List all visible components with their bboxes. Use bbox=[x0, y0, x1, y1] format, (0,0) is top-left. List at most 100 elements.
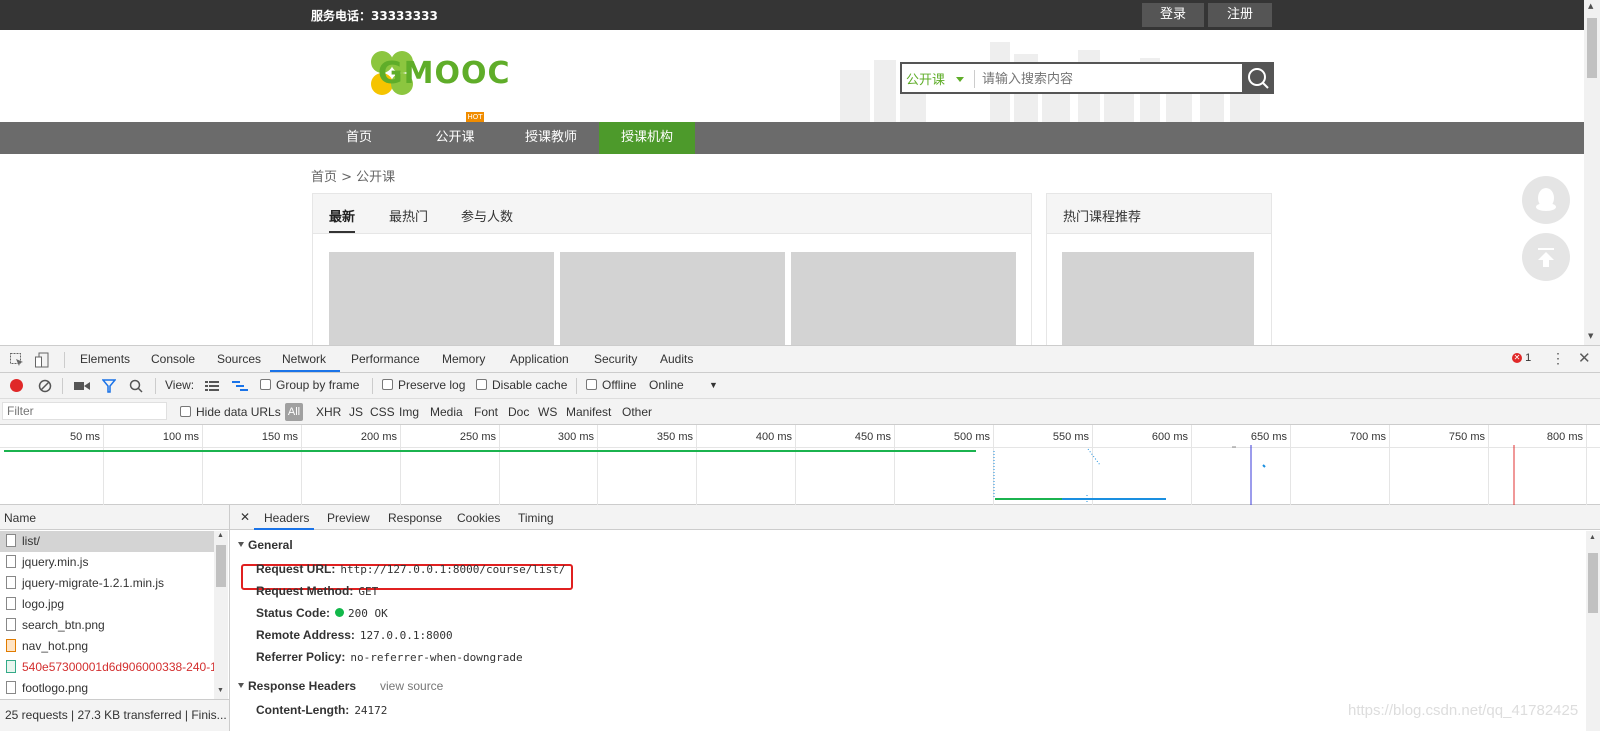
course-card[interactable] bbox=[791, 252, 1016, 345]
device-toolbar-icon[interactable] bbox=[35, 352, 49, 368]
logo-text[interactable]: GMOOC bbox=[378, 56, 511, 91]
inspect-element-icon[interactable] bbox=[10, 353, 24, 367]
page-scrollbar[interactable]: ▲ ▼ bbox=[1584, 0, 1600, 345]
request-list-scrollbar[interactable]: ▲ ▼ bbox=[214, 531, 228, 699]
throttling-select[interactable]: Online bbox=[649, 378, 684, 392]
network-overview-timeline[interactable]: 50 ms 100 ms 150 ms 200 ms 250 ms 300 ms 350 m… bbox=[0, 425, 1600, 505]
filter-type-all[interactable]: All bbox=[285, 403, 303, 421]
record-button[interactable] bbox=[10, 379, 23, 392]
tab-performance[interactable]: Performance bbox=[351, 352, 420, 366]
scroll-down-icon[interactable]: ▼ bbox=[217, 687, 224, 694]
checkbox[interactable] bbox=[476, 379, 487, 390]
filter-type-img[interactable]: Img bbox=[399, 405, 419, 419]
back-to-top-button[interactable] bbox=[1522, 233, 1570, 281]
tab-preview[interactable]: Preview bbox=[327, 511, 370, 525]
name-column-header[interactable]: Name bbox=[0, 505, 229, 530]
nav-item-courses[interactable]: 公开课 bbox=[407, 122, 503, 154]
filter-type-js[interactable]: JS bbox=[349, 405, 363, 419]
request-name: 540e57300001d6d906000338-240-1 bbox=[22, 660, 214, 674]
course-card[interactable] bbox=[560, 252, 785, 345]
qq-contact-button[interactable] bbox=[1522, 176, 1570, 224]
search-button[interactable] bbox=[1242, 62, 1274, 94]
tab-timing[interactable]: Timing bbox=[518, 511, 554, 525]
filter-icon[interactable] bbox=[102, 379, 116, 393]
preserve-log-checkbox[interactable]: Preserve log bbox=[382, 378, 465, 392]
tab-participants[interactable]: 参与人数 bbox=[461, 206, 513, 225]
tab-console[interactable]: Console bbox=[151, 352, 195, 366]
scroll-up-icon[interactable]: ▲ bbox=[217, 532, 224, 539]
scroll-up-icon[interactable]: ▲ bbox=[1588, 2, 1593, 10]
waterfall-icon[interactable] bbox=[232, 380, 248, 392]
close-icon[interactable]: ✕ bbox=[240, 510, 250, 524]
tab-headers[interactable]: Headers bbox=[264, 511, 309, 525]
filter-type-manifest[interactable]: Manifest bbox=[566, 405, 611, 419]
filter-type-css[interactable]: CSS bbox=[370, 405, 395, 419]
request-row[interactable]: jquery.min.js bbox=[0, 552, 214, 573]
nav-item-teachers[interactable]: 授课教师 bbox=[503, 122, 599, 154]
file-icon bbox=[6, 534, 16, 547]
tab-hottest[interactable]: 最热门 bbox=[389, 206, 428, 225]
request-row[interactable]: 540e57300001d6d906000338-240-1 bbox=[0, 657, 214, 678]
search-input[interactable] bbox=[982, 68, 1232, 90]
tab-elements[interactable]: Elements bbox=[80, 352, 130, 366]
request-row[interactable]: list/ bbox=[0, 531, 214, 552]
nav-item-home[interactable]: 首页 bbox=[311, 122, 407, 154]
chevron-down-icon[interactable] bbox=[956, 77, 964, 82]
error-counter[interactable]: ✕ 1 bbox=[1512, 352, 1531, 364]
checkbox[interactable] bbox=[180, 406, 191, 417]
tab-sources[interactable]: Sources bbox=[217, 352, 261, 366]
tab-memory[interactable]: Memory bbox=[442, 352, 485, 366]
tab-response[interactable]: Response bbox=[388, 511, 442, 525]
filter-type-font[interactable]: Font bbox=[474, 405, 498, 419]
login-button[interactable]: 登录 bbox=[1142, 3, 1204, 27]
divider bbox=[62, 378, 63, 394]
group-by-frame-checkbox[interactable]: Group by frame bbox=[260, 378, 359, 392]
filter-type-doc[interactable]: Doc bbox=[508, 405, 529, 419]
checkbox[interactable] bbox=[382, 379, 393, 390]
scrollbar-thumb[interactable] bbox=[1587, 18, 1597, 78]
filter-type-media[interactable]: Media bbox=[430, 405, 463, 419]
checkbox[interactable] bbox=[260, 379, 271, 390]
filter-type-ws[interactable]: WS bbox=[538, 405, 557, 419]
search-category-select[interactable]: 公开课 bbox=[906, 69, 945, 88]
close-icon[interactable]: ✕ bbox=[1578, 349, 1591, 367]
tab-latest[interactable]: 最新 bbox=[329, 206, 355, 225]
hot-course-card[interactable] bbox=[1062, 252, 1254, 345]
capture-screenshots-icon[interactable] bbox=[74, 380, 90, 392]
scrollbar-thumb[interactable] bbox=[1588, 553, 1598, 613]
large-rows-icon[interactable] bbox=[205, 380, 219, 392]
request-row[interactable]: search_btn.png bbox=[0, 615, 214, 636]
checkbox[interactable] bbox=[586, 379, 597, 390]
scroll-down-icon[interactable]: ▼ bbox=[1588, 332, 1593, 340]
scroll-up-icon[interactable]: ▲ bbox=[1589, 534, 1596, 541]
filter-type-other[interactable]: Other bbox=[622, 405, 652, 419]
filter-type-xhr[interactable]: XHR bbox=[316, 405, 341, 419]
tab-application[interactable]: Application bbox=[510, 352, 569, 366]
request-row[interactable]: jquery-migrate-1.2.1.min.js bbox=[0, 573, 214, 594]
tab-cookies[interactable]: Cookies bbox=[457, 511, 500, 525]
nav-item-organizations[interactable]: 授课机构 bbox=[599, 122, 695, 154]
filter-input[interactable] bbox=[2, 402, 167, 420]
view-source-link[interactable]: view source bbox=[380, 679, 443, 693]
course-card[interactable] bbox=[329, 252, 554, 345]
disable-cache-checkbox[interactable]: Disable cache bbox=[476, 378, 567, 392]
request-row[interactable]: nav_hot.png bbox=[0, 636, 214, 657]
tab-network[interactable]: Network bbox=[282, 352, 326, 366]
header-key: Content-Length: bbox=[256, 703, 350, 717]
scrollbar-thumb[interactable] bbox=[216, 545, 226, 587]
tab-audits[interactable]: Audits bbox=[660, 352, 693, 366]
response-headers-section-header[interactable]: Response Headers bbox=[238, 679, 356, 693]
tab-security[interactable]: Security bbox=[594, 352, 637, 366]
details-scrollbar[interactable]: ▲ bbox=[1586, 531, 1600, 731]
request-row[interactable]: logo.jpg bbox=[0, 594, 214, 615]
request-row[interactable]: footlogo.png bbox=[0, 678, 214, 699]
search-icon[interactable] bbox=[129, 379, 143, 393]
hide-data-urls-checkbox[interactable]: Hide data URLs bbox=[180, 405, 281, 419]
register-button[interactable]: 注册 bbox=[1208, 3, 1272, 27]
general-section-header[interactable]: General bbox=[238, 538, 293, 552]
offline-checkbox[interactable]: Offline bbox=[586, 378, 636, 392]
chevron-down-icon[interactable]: ▼ bbox=[709, 380, 718, 390]
more-menu-icon[interactable]: ⋮ bbox=[1551, 350, 1565, 367]
breadcrumb[interactable]: 首页 > 公开课 bbox=[311, 166, 395, 185]
clear-icon[interactable] bbox=[38, 379, 52, 393]
